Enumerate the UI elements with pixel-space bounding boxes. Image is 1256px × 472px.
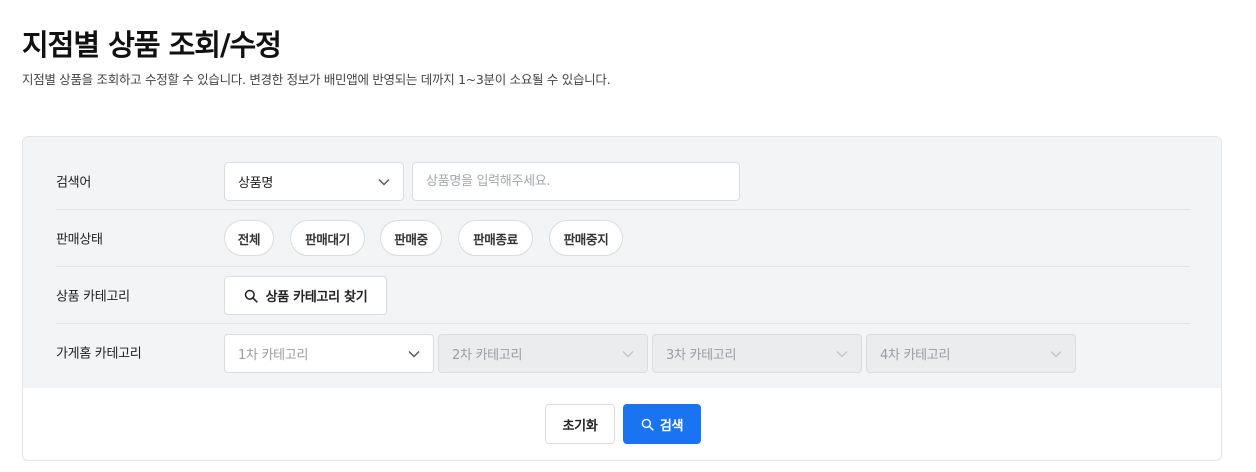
status-chip-ended[interactable]: 판매종료 — [458, 220, 533, 256]
search-type-select[interactable]: 상품명 — [224, 162, 404, 201]
search-button-label: 검색 — [659, 418, 684, 434]
chevron-down-icon — [378, 178, 390, 185]
status-chip-pending[interactable]: 판매대기 — [290, 220, 365, 256]
search-icon — [641, 418, 654, 431]
keyword-row: 검색어 상품명 — [56, 152, 1190, 209]
chevron-down-icon — [408, 350, 420, 357]
search-filter-panel: 검색어 상품명 판매상태 전체 판매대기 판매중 판매종료 판매중지 상품 카테… — [22, 136, 1222, 461]
status-chip-on-sale[interactable]: 판매중 — [380, 220, 442, 256]
find-category-label: 상품 카테고리 찾기 — [265, 290, 368, 305]
page-description: 지점별 상품을 조회하고 수정할 수 있습니다. 변경한 정보가 배민앱에 반영… — [22, 72, 611, 87]
chevron-down-icon — [622, 350, 634, 357]
chevron-down-icon — [836, 350, 848, 357]
category-1-select[interactable]: 1차 카테고리 — [224, 334, 434, 373]
category-1-placeholder: 1차 카테고리 — [238, 348, 309, 363]
category-4-select[interactable]: 4차 카테고리 — [866, 334, 1076, 373]
sale-status-label: 판매상태 — [56, 232, 103, 248]
sale-status-row: 판매상태 전체 판매대기 판매중 판매종료 판매중지 — [56, 209, 1190, 266]
reset-button[interactable]: 초기화 — [545, 404, 615, 444]
category-2-select[interactable]: 2차 카테고리 — [438, 334, 648, 373]
status-chip-all[interactable]: 전체 — [224, 220, 274, 256]
chevron-down-icon — [1050, 350, 1062, 357]
category-3-select[interactable]: 3차 카테고리 — [652, 334, 862, 373]
search-input[interactable] — [412, 162, 740, 201]
product-category-label: 상품 카테고리 — [56, 289, 130, 305]
product-category-row: 상품 카테고리 상품 카테고리 찾기 — [56, 266, 1190, 323]
category-4-placeholder: 4차 카테고리 — [880, 348, 951, 363]
category-2-placeholder: 2차 카테고리 — [452, 348, 523, 363]
search-type-value: 상품명 — [238, 176, 273, 191]
keyword-label: 검색어 — [56, 175, 91, 190]
store-category-row: 가게홈 카테고리 1차 카테고리 2차 카테고리 3차 카테고리 4차 카테고리 — [56, 323, 1190, 380]
search-icon — [244, 289, 258, 303]
store-category-label: 가게홈 카테고리 — [56, 346, 142, 362]
search-button[interactable]: 검색 — [623, 404, 701, 444]
status-chip-stopped[interactable]: 판매중지 — [549, 220, 623, 256]
category-3-placeholder: 3차 카테고리 — [666, 348, 737, 363]
page-title: 지점별 상품 조회/수정 — [22, 28, 282, 62]
find-category-button[interactable]: 상품 카테고리 찾기 — [224, 276, 387, 315]
